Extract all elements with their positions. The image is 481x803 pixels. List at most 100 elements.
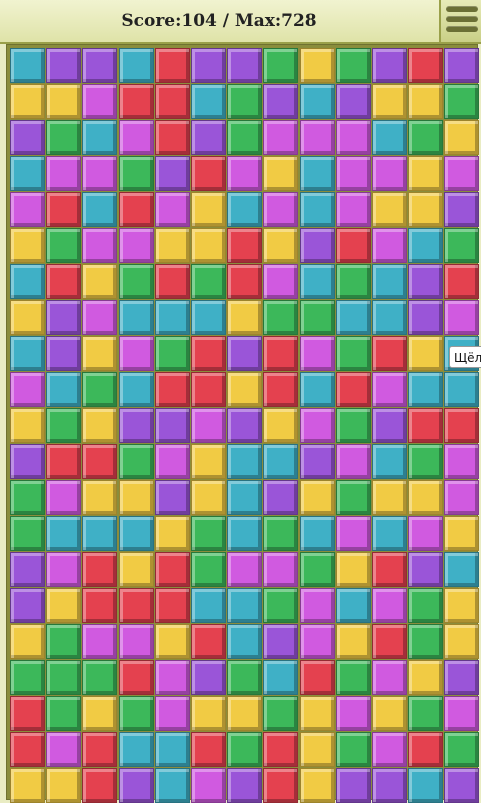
game-tile[interactable] [299,192,335,227]
game-tile[interactable] [227,156,263,191]
game-tile[interactable] [227,588,263,623]
game-tile[interactable] [191,120,226,155]
game-tile[interactable] [118,156,154,191]
game-tile[interactable] [335,768,371,803]
game-tile[interactable] [46,588,82,623]
game-tile[interactable] [372,624,407,659]
game-tile[interactable] [335,696,371,731]
game-tile[interactable] [154,408,190,443]
game-tile[interactable] [191,588,226,623]
game-tile[interactable] [263,552,299,587]
game-tile[interactable] [191,696,226,731]
game-tile[interactable] [82,732,118,767]
game-tile[interactable] [299,120,335,155]
game-tile[interactable] [46,48,82,83]
game-tile[interactable] [335,624,371,659]
game-tile[interactable] [408,156,444,191]
game-tile[interactable] [82,48,118,83]
game-tile[interactable] [46,444,82,479]
game-tile[interactable] [191,336,226,371]
game-tile[interactable] [408,264,444,299]
game-tile[interactable] [408,192,444,227]
game-tile[interactable] [227,336,263,371]
game-tile[interactable] [408,516,444,551]
game-tile[interactable] [191,192,226,227]
game-tile[interactable] [154,516,190,551]
game-tile[interactable] [46,120,82,155]
game-tile[interactable] [82,516,118,551]
game-tile[interactable] [118,444,154,479]
game-tile[interactable] [10,552,45,587]
game-tile[interactable] [227,624,263,659]
game-tile[interactable] [408,300,444,335]
game-tile[interactable] [154,300,190,335]
game-tile[interactable] [46,624,82,659]
game-tile[interactable] [227,120,263,155]
game-tile[interactable] [335,336,371,371]
game-tile[interactable] [299,552,335,587]
game-tile[interactable] [299,336,335,371]
game-tile[interactable] [46,84,82,119]
game-tile[interactable] [191,552,226,587]
game-tile[interactable] [372,156,407,191]
game-tile[interactable] [263,48,299,83]
game-tile[interactable] [82,84,118,119]
game-tile[interactable] [408,732,444,767]
game-tile[interactable] [299,768,335,803]
game-tile[interactable] [82,264,118,299]
game-tile[interactable] [372,552,407,587]
game-tile[interactable] [335,372,371,407]
game-board[interactable] [6,44,480,803]
game-tile[interactable] [444,192,480,227]
game-tile[interactable] [82,696,118,731]
game-tile[interactable] [299,588,335,623]
game-tile[interactable] [10,156,45,191]
game-tile[interactable] [372,48,407,83]
game-tile[interactable] [372,516,407,551]
game-tile[interactable] [372,660,407,695]
game-tile[interactable] [263,372,299,407]
game-tile[interactable] [299,228,335,263]
game-tile[interactable] [444,480,480,515]
game-tile[interactable] [372,768,407,803]
game-tile[interactable] [154,336,190,371]
game-tile[interactable] [154,156,190,191]
game-tile[interactable] [82,768,118,803]
game-tile[interactable] [227,408,263,443]
game-tile[interactable] [263,444,299,479]
game-tile[interactable] [46,516,82,551]
game-tile[interactable] [408,768,444,803]
game-tile[interactable] [444,300,480,335]
game-tile[interactable] [118,264,154,299]
game-tile[interactable] [372,300,407,335]
game-tile[interactable] [408,588,444,623]
game-tile[interactable] [227,444,263,479]
game-tile[interactable] [118,660,154,695]
game-tile[interactable] [154,480,190,515]
game-tile[interactable] [82,660,118,695]
game-tile[interactable] [46,156,82,191]
game-tile[interactable] [263,480,299,515]
game-tile[interactable] [154,84,190,119]
game-tile[interactable] [82,192,118,227]
game-tile[interactable] [444,552,480,587]
game-tile[interactable] [10,84,45,119]
game-tile[interactable] [10,588,45,623]
game-tile[interactable] [46,264,82,299]
game-tile[interactable] [444,372,480,407]
game-tile[interactable] [263,408,299,443]
game-tile[interactable] [191,300,226,335]
game-tile[interactable] [191,228,226,263]
game-tile[interactable] [227,372,263,407]
game-tile[interactable] [10,732,45,767]
game-tile[interactable] [154,372,190,407]
game-tile[interactable] [154,552,190,587]
game-tile[interactable] [191,372,226,407]
game-tile[interactable] [227,264,263,299]
game-tile[interactable] [263,624,299,659]
game-tile[interactable] [46,300,82,335]
game-tile[interactable] [444,732,480,767]
game-tile[interactable] [118,732,154,767]
game-tile[interactable] [444,588,480,623]
game-tile[interactable] [227,768,263,803]
